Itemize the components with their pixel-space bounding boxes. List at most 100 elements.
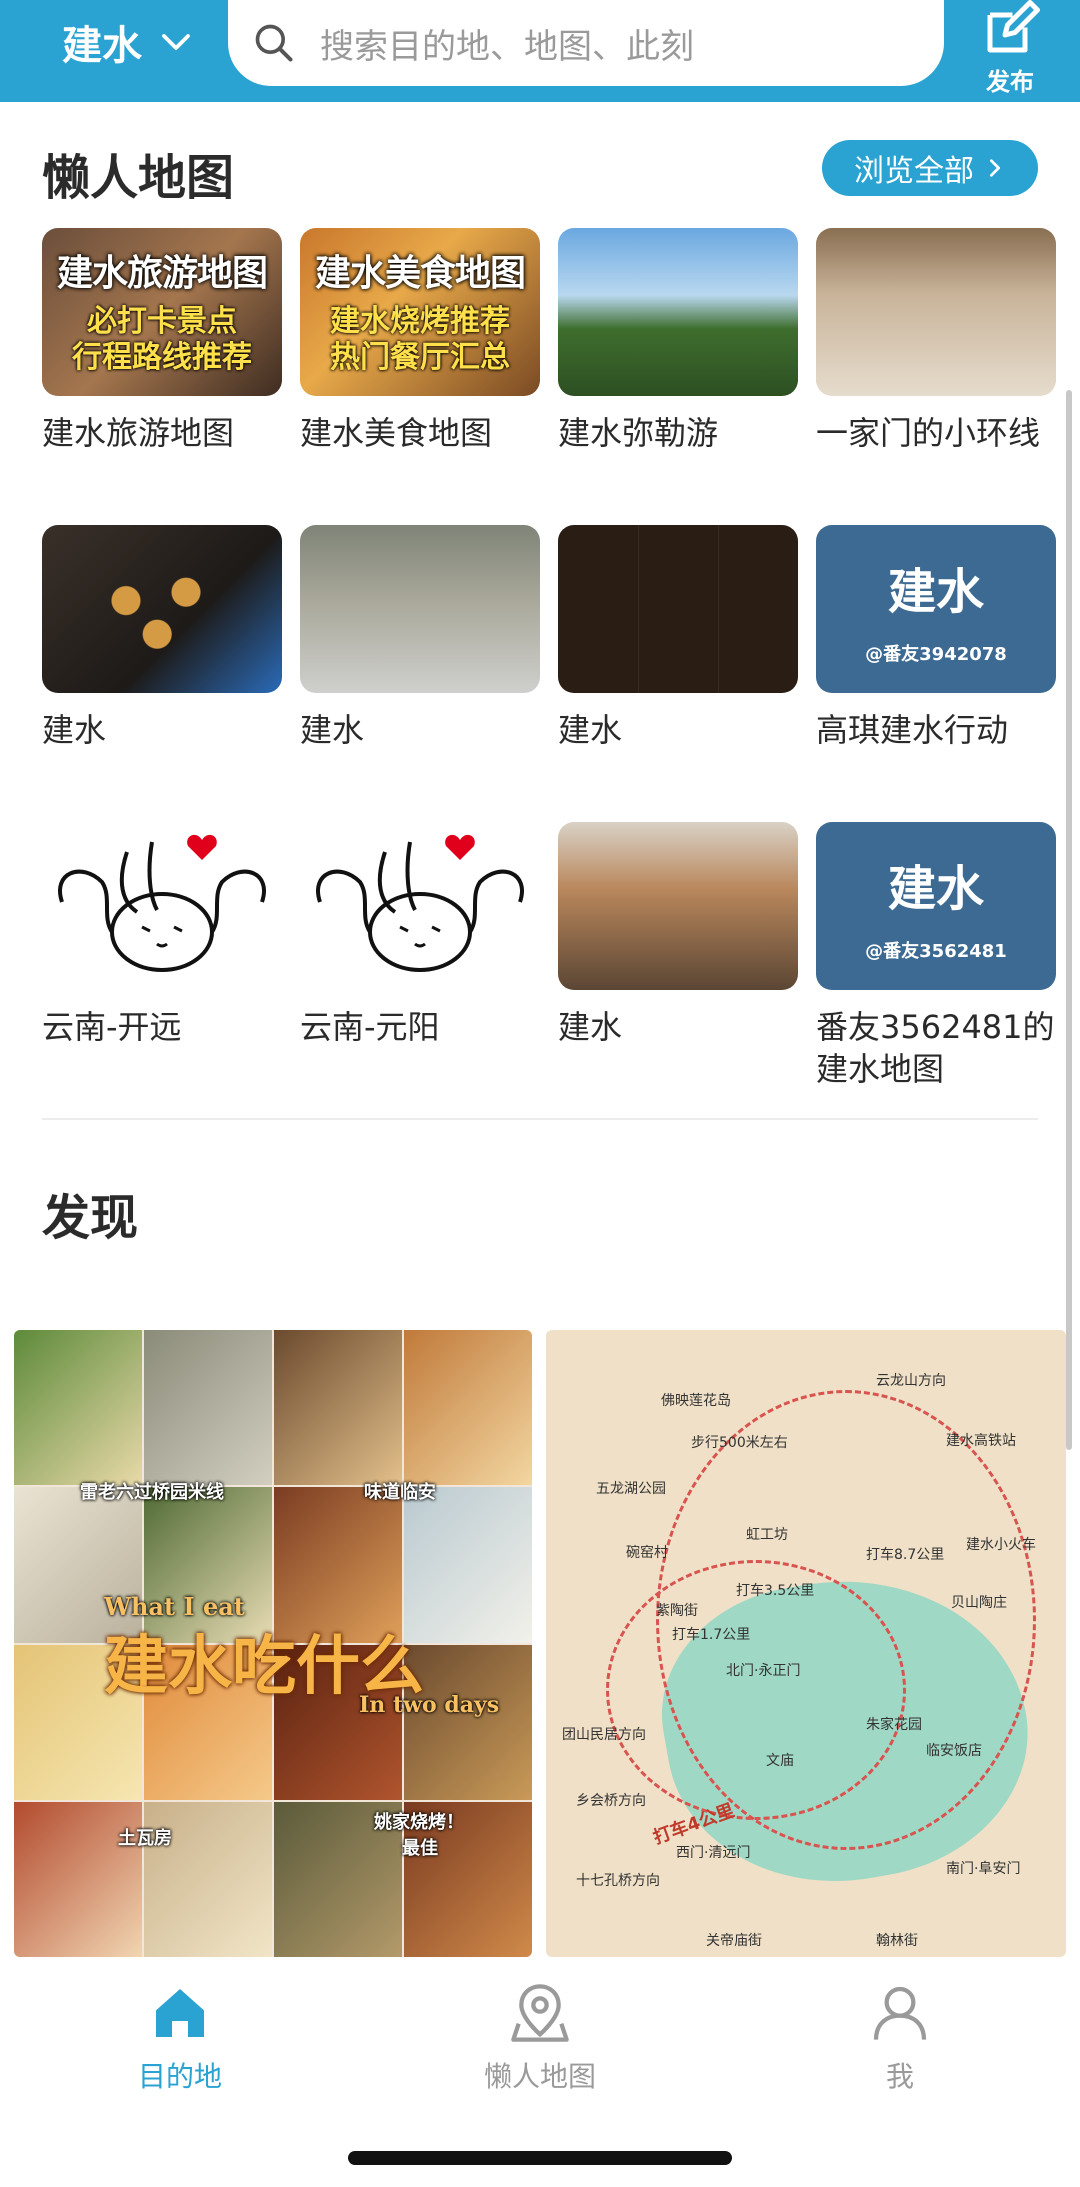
search-icon: [255, 24, 293, 62]
map-thumbnail: 建水 @番友3562481: [816, 822, 1056, 990]
thumb-line: [718, 525, 719, 693]
search-input[interactable]: 搜索目的地、地图、此刻: [228, 0, 944, 86]
discover-title: 发现: [42, 1190, 139, 1246]
map-label: 关帝庙街: [706, 1933, 762, 1949]
map-thumbnail: [42, 525, 282, 693]
map-label: 五龙湖公园: [596, 1481, 666, 1497]
map-label: 建水高铁站: [946, 1433, 1016, 1449]
map-card[interactable]: 建水 @番友3562481 番友3562481的建水地图: [816, 822, 1056, 1119]
city-selector[interactable]: 建水: [62, 12, 194, 72]
collage-photo: [144, 1330, 272, 1486]
map-thumbnail: [816, 228, 1056, 396]
food-two-days: In two days: [359, 1692, 500, 1718]
thumb-subtitle: 必打卡景点 行程路线推荐: [72, 304, 252, 375]
thumb-title: 建水旅游地图: [56, 253, 268, 294]
browse-all-button[interactable]: 浏览全部: [822, 140, 1038, 196]
food-tag: 姚家烧烤！: [374, 1812, 464, 1833]
map-label: 步行500米左右: [691, 1435, 788, 1451]
map-card[interactable]: 建水: [300, 525, 540, 822]
edit-icon: [987, 0, 1040, 53]
map-thumbnail: [558, 525, 798, 693]
map-card-name: 建水: [558, 711, 623, 749]
map-card[interactable]: 建水: [558, 822, 798, 1119]
nav-tab-lazy-maps[interactable]: 懒人地图: [440, 1981, 640, 2095]
search-placeholder: 搜索目的地、地图、此刻: [320, 26, 694, 67]
map-card[interactable]: 建水美食地图 建水烧烤推荐 热门餐厅汇总 建水美食地图: [300, 228, 540, 525]
thumb-title: 建水: [887, 564, 984, 620]
city-name: 建水: [62, 23, 142, 69]
map-card[interactable]: 一家门的小环线: [816, 228, 1056, 525]
nav-tab-destination[interactable]: 目的地: [80, 1981, 280, 2095]
nav-label: 懒人地图: [483, 2060, 596, 2093]
flexing-rabbit-icon: [58, 834, 266, 972]
food-tag: 味道临安: [364, 1482, 436, 1503]
map-label: 碗窑村: [626, 1545, 668, 1561]
nav-label: 目的地: [137, 2060, 222, 2093]
discover-card-food[interactable]: 雷老六过桥园米线 味道临安 What I eat 建水吃什么 In two da…: [14, 1330, 532, 1957]
map-label: 云龙山方向: [876, 1373, 946, 1389]
thumb-title: 建水: [887, 861, 984, 917]
food-tag: 土瓦房: [118, 1828, 172, 1849]
top-header: 建水 搜索目的地、地图、此刻 发布: [0, 0, 1080, 102]
thumb-subtitle: @番友3562481: [865, 941, 1007, 962]
thumb-subtitle: 建水烧烤推荐 热门餐厅汇总: [330, 304, 510, 375]
map-label: 团山民居方向: [562, 1727, 646, 1743]
map-card-name: 建水: [300, 711, 365, 749]
map-thumbnail: 建水美食地图 建水烧烤推荐 热门餐厅汇总: [300, 228, 540, 396]
user-icon: [873, 1986, 927, 2040]
food-tag: 雷老六过桥园米线: [80, 1482, 224, 1503]
home-icon: [156, 1989, 204, 2037]
map-card-name: 云南-开远: [42, 1008, 182, 1046]
collage-photo: [274, 1330, 402, 1486]
food-tag: 最佳: [402, 1838, 438, 1859]
nav-tab-me[interactable]: 我: [800, 1981, 1000, 2095]
map-thumbnail: [558, 228, 798, 396]
map-pin-icon: [511, 1984, 569, 2042]
map-thumbnail: [558, 822, 798, 990]
section-divider: [42, 1118, 1038, 1120]
map-thumbnail: 建水 @番友3942078: [816, 525, 1056, 693]
browse-all-label: 浏览全部: [854, 154, 974, 189]
map-label: 西门·清远门: [676, 1845, 751, 1861]
map-card-name: 云南-元阳: [300, 1008, 440, 1046]
map-thumbnail: 建水旅游地图 必打卡景点 行程路线推荐: [42, 228, 282, 396]
map-label: 文庙: [766, 1753, 794, 1769]
map-label: 虹工坊: [746, 1527, 788, 1543]
thumb-subtitle: @番友3942078: [865, 644, 1007, 665]
map-card[interactable]: 建水旅游地图 必打卡景点 行程路线推荐 建水旅游地图: [42, 228, 282, 525]
map-label: 朱家花园: [866, 1717, 922, 1733]
lazy-maps-title: 懒人地图: [42, 150, 235, 206]
map-label: 南门·阜安门: [946, 1861, 1021, 1877]
scrollbar[interactable]: [1066, 390, 1072, 1450]
publish-label: 发布: [986, 68, 1034, 96]
map-card-name: 建水旅游地图: [42, 414, 235, 452]
map-card[interactable]: 云南-元阳: [300, 822, 540, 1119]
map-label: 佛映莲花岛: [661, 1393, 731, 1409]
map-card[interactable]: 建水: [42, 525, 282, 822]
flexing-rabbit-icon: [316, 834, 524, 972]
map-card[interactable]: 云南-开远: [42, 822, 282, 1119]
map-card-name: 一家门的小环线: [816, 414, 1041, 452]
map-label: 打车8.7公里: [866, 1547, 945, 1563]
chevron-right-icon: [989, 159, 1001, 177]
map-label: 十七孔桥方向: [576, 1873, 660, 1889]
home-indicator: [348, 2151, 732, 2165]
collage-photo: [404, 1330, 532, 1486]
map-label: 北门·永正门: [726, 1663, 801, 1679]
map-card[interactable]: 建水弥勒游: [558, 228, 798, 525]
map-thumbnail: [42, 822, 282, 990]
discover-card-map[interactable]: 云龙山方向 佛映莲花岛 步行500米左右 建水高铁站 五龙湖公园 碗窑村 虹工坊…: [546, 1330, 1066, 1957]
publish-button[interactable]: 发布: [970, 0, 1050, 100]
map-label: 打车1.7公里: [672, 1627, 751, 1643]
map-label: 乡会桥方向: [576, 1793, 646, 1809]
map-card[interactable]: 建水 @番友3942078 高琪建水行动: [816, 525, 1056, 822]
map-card-name: 建水: [42, 711, 107, 749]
map-card[interactable]: 建水: [558, 525, 798, 822]
map-card-name: 建水: [558, 1008, 623, 1046]
chevron-down-icon: [162, 34, 190, 50]
map-label: 临安饭店: [926, 1743, 982, 1759]
nav-label: 我: [885, 2060, 914, 2093]
map-card-name: 建水弥勒游: [558, 414, 719, 452]
map-thumbnail: [300, 525, 540, 693]
map-label: 打车3.5公里: [736, 1583, 815, 1599]
